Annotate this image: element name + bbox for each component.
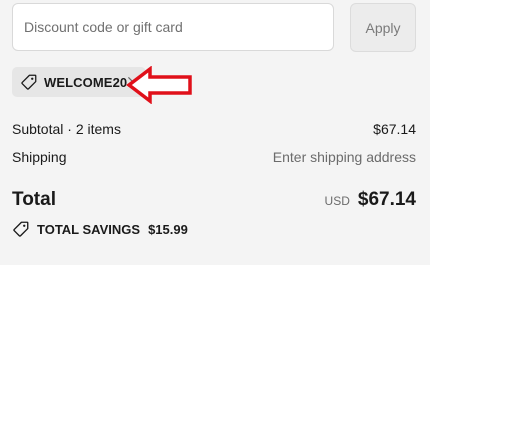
subtotal-label: Subtotal · 2 items (12, 121, 121, 137)
total-savings: TOTAL SAVINGS $15.99 (12, 220, 188, 238)
currency-code: USD (324, 194, 350, 208)
shipping-label: Shipping (12, 149, 67, 165)
subtotal-row: Subtotal · 2 items $67.14 (12, 121, 416, 137)
tag-icon (12, 220, 30, 238)
arrow-left-icon (126, 66, 192, 104)
savings-label: TOTAL SAVINGS (37, 221, 141, 237)
tag-icon (20, 73, 38, 91)
apply-button[interactable]: Apply (350, 3, 416, 52)
discount-code-label: WELCOME20 (44, 74, 128, 90)
total-value: $67.14 (357, 189, 416, 210)
total-label: Total (12, 189, 56, 210)
order-summary-panel: Apply WELCOME20 Subtotal · 2 items $67.1… (0, 0, 430, 265)
discount-code-input[interactable] (12, 3, 334, 51)
savings-value: $15.99 (148, 221, 188, 237)
shipping-value: Enter shipping address (272, 149, 416, 165)
shipping-row: Shipping Enter shipping address (12, 149, 416, 165)
total-row: Total USD $67.14 (12, 189, 416, 211)
subtotal-value: $67.14 (373, 121, 416, 137)
total-amount: USD $67.14 (325, 189, 416, 211)
